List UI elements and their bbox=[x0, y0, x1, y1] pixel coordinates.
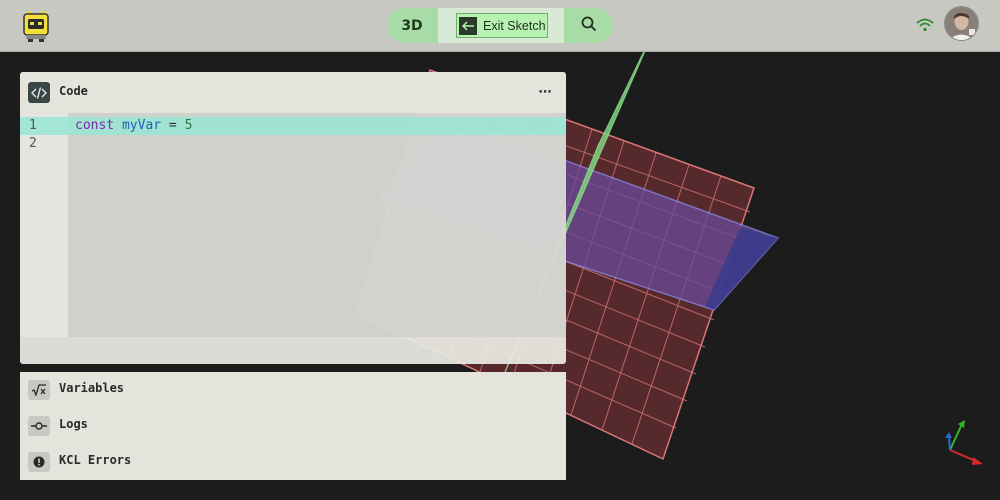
search-button[interactable] bbox=[565, 8, 613, 43]
operator-token: = bbox=[161, 118, 185, 133]
code-brackets-icon bbox=[28, 82, 50, 103]
robot-logo-icon[interactable] bbox=[22, 10, 50, 42]
exit-arrow-icon bbox=[459, 16, 477, 35]
view-mode-toolbar: 3D Exit Sketch bbox=[387, 8, 613, 43]
bottom-panels: Variables Logs KCL Errors bbox=[20, 372, 566, 480]
variable-token: myVar bbox=[121, 118, 162, 133]
logs-label: Logs bbox=[59, 417, 88, 431]
alert-circle-icon bbox=[28, 452, 50, 472]
line-number: 1 bbox=[29, 118, 37, 133]
code-panel: Code ⋯ 1 const myVar = 5 2 bbox=[20, 72, 566, 364]
user-avatar[interactable] bbox=[944, 6, 979, 41]
code-line[interactable]: 1 const myVar = 5 bbox=[20, 117, 566, 135]
wifi-icon[interactable] bbox=[916, 17, 934, 32]
sqrt-x-icon bbox=[28, 380, 50, 400]
commit-icon bbox=[28, 416, 50, 436]
kcl-errors-panel-toggle[interactable]: KCL Errors bbox=[20, 444, 566, 480]
number-token: 5 bbox=[184, 118, 193, 133]
exit-sketch-label: Exit Sketch bbox=[483, 18, 546, 33]
code-panel-header: Code ⋯ bbox=[20, 72, 566, 113]
code-editor[interactable]: 1 const myVar = 5 2 bbox=[20, 113, 566, 337]
top-toolbar: 3D Exit Sketch bbox=[0, 0, 1000, 52]
line-number: 2 bbox=[29, 136, 37, 151]
keyword-token: const bbox=[75, 118, 115, 133]
code-line-text: const myVar = 5 bbox=[75, 117, 192, 135]
code-panel-title: Code bbox=[59, 84, 88, 98]
more-options-button[interactable]: ⋯ bbox=[534, 81, 556, 103]
variables-panel-toggle[interactable]: Variables bbox=[20, 372, 566, 408]
search-icon bbox=[581, 16, 597, 36]
code-line[interactable]: 2 bbox=[20, 135, 566, 153]
exit-sketch-button[interactable]: Exit Sketch bbox=[456, 13, 548, 38]
view-3d-button[interactable]: 3D bbox=[387, 8, 437, 43]
exit-sketch-container: Exit Sketch bbox=[438, 8, 564, 43]
kcl-errors-label: KCL Errors bbox=[59, 453, 132, 467]
axis-gizmo[interactable] bbox=[940, 416, 988, 468]
variables-label: Variables bbox=[59, 381, 125, 395]
logs-panel-toggle[interactable]: Logs bbox=[20, 408, 566, 444]
